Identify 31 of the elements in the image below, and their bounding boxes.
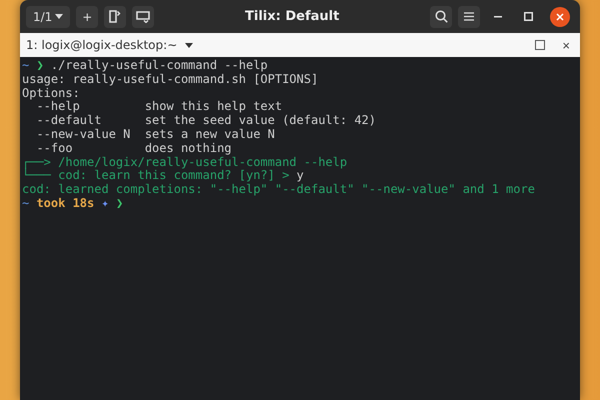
window-title: Tilix: Default xyxy=(244,9,340,24)
terminal-line: ┌──> /home/logix/really-useful-command --help xyxy=(22,156,348,169)
caret-icon xyxy=(185,42,194,48)
split-down-icon xyxy=(136,10,150,22)
terminal-line: cod: learned completions: "--help" "--default" "--new-value" and 1 more xyxy=(22,183,535,197)
close-button[interactable] xyxy=(550,6,570,26)
new-session-button[interactable]: + xyxy=(76,6,98,28)
terminal-title[interactable]: 1: logix@logix-desktop:~ xyxy=(26,38,522,52)
terminal-line: Options: xyxy=(22,86,80,100)
close-icon xyxy=(556,12,564,20)
close-terminal-button[interactable]: × xyxy=(558,38,574,52)
menu-button[interactable] xyxy=(458,6,480,28)
terminal-line: --help show this help text xyxy=(36,100,282,114)
search-icon xyxy=(434,10,448,23)
menu-icon xyxy=(464,12,474,21)
terminal-line: ~ ❯ ./really-useful-command --help xyxy=(22,59,268,73)
add-terminal-right-button[interactable] xyxy=(104,6,126,28)
maximize-icon xyxy=(535,40,546,50)
add-terminal-down-button[interactable] xyxy=(132,6,154,28)
session-switcher[interactable]: 1/1 xyxy=(26,6,70,28)
terminal-line: --foo does nothing xyxy=(35,142,232,156)
maximize-icon xyxy=(524,12,532,21)
terminal-line: --default set the seed value (default: 42) xyxy=(35,114,376,128)
terminal-line: usage: really-useful-command.sh [OPTIONS] xyxy=(22,72,318,87)
minimize-icon xyxy=(494,16,502,18)
search-button[interactable] xyxy=(430,6,452,28)
terminal-line: └─── cod: learn this command? [yn?] > y xyxy=(22,169,304,184)
split-right-icon xyxy=(109,10,122,23)
caret-icon xyxy=(55,14,64,19)
terminal-line: ~ took 18s ✦ ❯ xyxy=(22,196,124,211)
terminal-line: --new-value N sets a new value N xyxy=(35,128,275,142)
